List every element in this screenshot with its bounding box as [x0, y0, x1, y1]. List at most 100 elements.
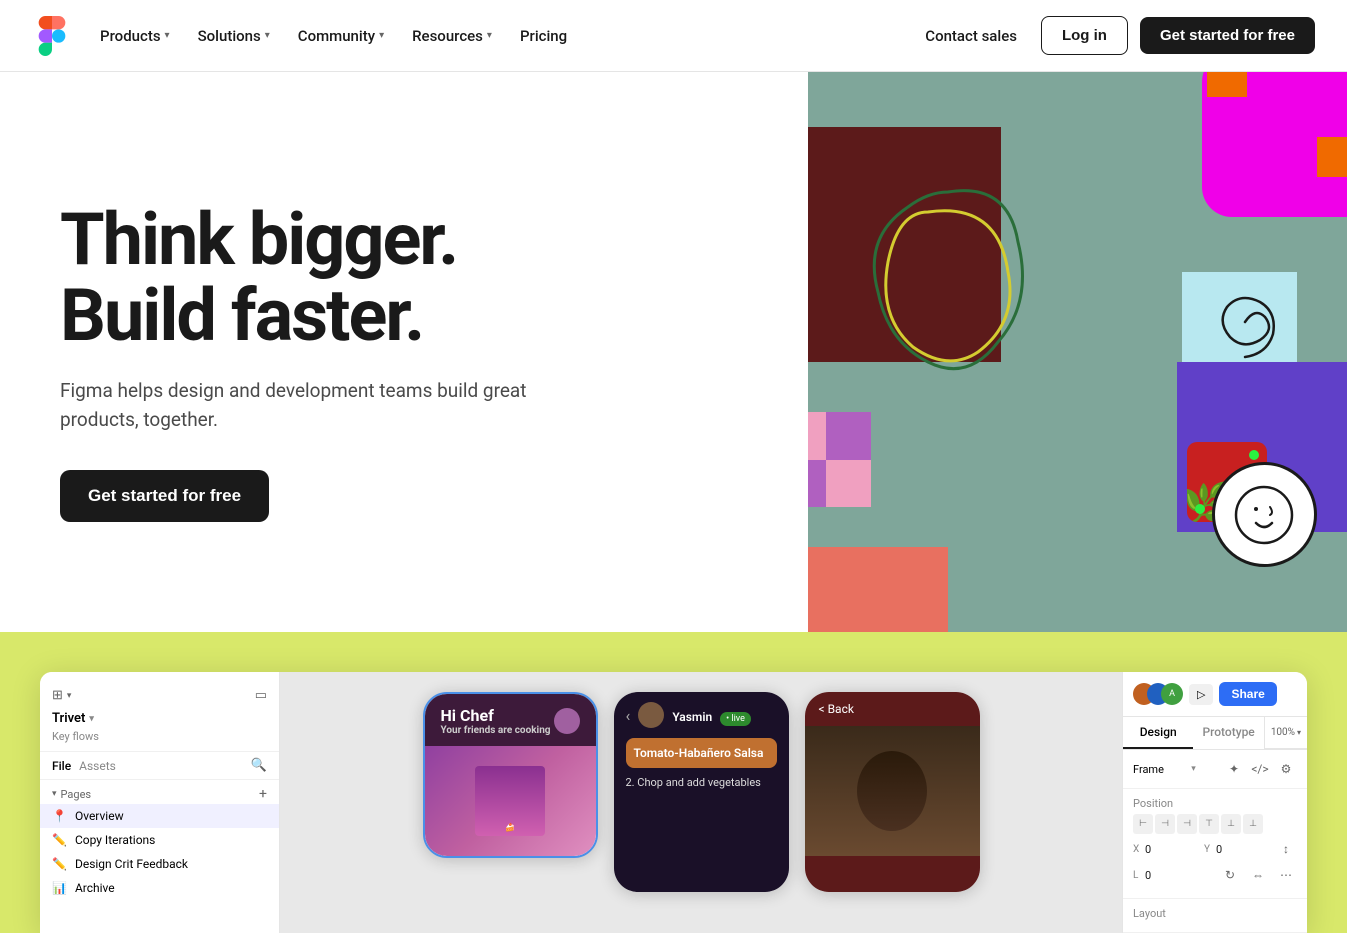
- shape-orange-topleft: [1207, 72, 1247, 97]
- phone-screen-3: < Back: [805, 692, 980, 892]
- page-icon: 📊: [52, 881, 67, 895]
- code-icon[interactable]: </>: [1249, 758, 1271, 780]
- hero-section: Think bigger. Build faster. Figma helps …: [0, 72, 1347, 632]
- frame-label: Frame: [1133, 763, 1164, 776]
- settings-icon[interactable]: ⚙: [1275, 758, 1297, 780]
- chevron-down-icon: ▾: [89, 714, 94, 724]
- chevron-down-icon: ▾: [379, 30, 384, 41]
- phone-back: < Back: [805, 692, 980, 726]
- preview-button[interactable]: ▷: [1189, 684, 1213, 705]
- app-left-panel: ⊞ ▾ ▭ Trivet ▾ Key flows File Assets 🔍 ▾…: [40, 672, 280, 933]
- x-label: X: [1133, 844, 1141, 855]
- zoom-display: 100% ▾: [1264, 717, 1307, 749]
- subtitle-text: Your friends are cooking: [441, 725, 551, 736]
- page-item-archive[interactable]: 📊 Archive: [40, 876, 279, 900]
- page-icon: ✏️: [52, 857, 67, 871]
- pages-list: 📍 Overview ✏️ Copy Iterations ✏️ Design …: [40, 804, 279, 900]
- hero-right: 🌿: [808, 72, 1347, 632]
- avatar-user3: A: [1161, 683, 1183, 705]
- frame-row: Frame ▾ ✦ </> ⚙: [1133, 758, 1297, 780]
- panel-top-bar: ⊞ ▾ ▭: [40, 680, 279, 707]
- contact-sales-link[interactable]: Contact sales: [913, 19, 1029, 53]
- y-field: Y 0: [1204, 843, 1269, 856]
- nav-pricing[interactable]: Pricing: [508, 19, 579, 53]
- component-icon[interactable]: ✦: [1223, 758, 1245, 780]
- share-button[interactable]: Share: [1219, 682, 1276, 706]
- page-item-feedback[interactable]: ✏️ Design Crit Feedback: [40, 852, 279, 876]
- align-center-h-icon[interactable]: ⊣: [1155, 814, 1175, 834]
- chevron-down-icon: ▾: [52, 789, 57, 799]
- tab-design[interactable]: Design: [1123, 717, 1193, 749]
- panel-toolbar: File Assets 🔍: [40, 751, 279, 780]
- layout-icon: ▭: [255, 688, 267, 703]
- rotate-icon[interactable]: ↻: [1219, 864, 1241, 886]
- shape-salmon: [808, 547, 948, 632]
- right-panel-top: A ▷ Share: [1123, 672, 1307, 717]
- nav-left: Products ▾ Solutions ▾ Community ▾ Resou…: [32, 16, 579, 56]
- wh-row: L 0 ↻ ⇔ ⋯: [1133, 864, 1297, 886]
- frame-icons: ✦ </> ⚙: [1223, 758, 1297, 780]
- phone-frame-1: Hi Chef Your friends are cooking 🍰: [423, 692, 598, 858]
- avatars-row: A: [1133, 683, 1183, 705]
- phone-header-1: Hi Chef Your friends are cooking: [425, 694, 596, 746]
- page-icon: 📍: [52, 809, 67, 823]
- layout-section: Layout: [1123, 899, 1307, 933]
- avatar: [554, 708, 580, 734]
- figma-logo[interactable]: [32, 16, 72, 56]
- nav-links: Products ▾ Solutions ▾ Community ▾ Resou…: [88, 19, 579, 53]
- align-left-icon[interactable]: ⊢: [1133, 814, 1153, 834]
- x-value: 0: [1145, 843, 1151, 856]
- align-right-icon[interactable]: ⊣: [1177, 814, 1197, 834]
- hero-title: Think bigger. Build faster.: [60, 202, 748, 353]
- chevron-down-icon: ▾: [67, 691, 72, 701]
- live-badge: • live: [720, 712, 751, 726]
- phone-header-2: ‹ Yasmin • live: [614, 692, 789, 738]
- app-canvas: Hi Chef Your friends are cooking 🍰: [280, 672, 1122, 933]
- nav-products[interactable]: Products ▾: [88, 19, 182, 53]
- x-field: X 0: [1133, 843, 1198, 856]
- hero-subtitle: Figma helps design and development teams…: [60, 377, 540, 434]
- nav-community[interactable]: Community ▾: [286, 19, 396, 53]
- search-icon[interactable]: 🔍: [251, 758, 267, 773]
- file-tab[interactable]: File: [52, 759, 71, 773]
- login-button[interactable]: Log in: [1041, 16, 1128, 55]
- nav-resources[interactable]: Resources ▾: [400, 19, 504, 53]
- spiral-icon: [1205, 282, 1285, 362]
- align-top-icon[interactable]: ⊤: [1199, 814, 1219, 834]
- phone-frame-2: ‹ Yasmin • live Tomato-Habañero Salsa 2.…: [614, 692, 789, 892]
- add-page-icon[interactable]: +: [259, 786, 267, 802]
- page-item-copy[interactable]: ✏️ Copy Iterations: [40, 828, 279, 852]
- canvas-frame: Hi Chef Your friends are cooking 🍰: [280, 672, 1122, 933]
- phone-steps: 2. Chop and add vegetables: [614, 776, 789, 789]
- chevron-down-icon: ▾: [165, 30, 170, 41]
- layout-label: Layout: [1133, 907, 1297, 920]
- get-started-nav-button[interactable]: Get started for free: [1140, 17, 1315, 54]
- project-subtitle: Key flows: [40, 730, 279, 751]
- flip-icon[interactable]: ⇔: [1247, 864, 1269, 886]
- nav-solutions[interactable]: Solutions ▾: [186, 19, 282, 53]
- tab-prototype[interactable]: Prototype: [1193, 717, 1263, 749]
- assets-tab[interactable]: Assets: [79, 759, 116, 773]
- xy-row: X 0 Y 0 ↕: [1133, 838, 1297, 860]
- align-bottom-icon[interactable]: ⊥: [1243, 814, 1263, 834]
- get-started-hero-button[interactable]: Get started for free: [60, 470, 269, 522]
- back-arrow-icon: ‹: [626, 706, 631, 725]
- phone-screen-2: ‹ Yasmin • live Tomato-Habañero Salsa 2.…: [614, 692, 789, 892]
- pages-section: ▾ Pages +: [40, 780, 279, 804]
- phone-frame-3: < Back: [805, 692, 980, 892]
- grid-icon: ⊞: [52, 688, 63, 703]
- app-right-panel: A ▷ Share Design Prototype 100% ▾ Frame …: [1122, 672, 1307, 933]
- position-section: Position ⊢ ⊣ ⊣ ⊤ ⊥ ⊥ X 0 Y 0: [1123, 789, 1307, 899]
- w-field: L 0: [1133, 869, 1213, 882]
- y-value: 0: [1216, 843, 1222, 856]
- more-icon[interactable]: ⋯: [1275, 864, 1297, 886]
- frame-section: Frame ▾ ✦ </> ⚙: [1123, 750, 1307, 789]
- constrain-icon[interactable]: ↕: [1275, 838, 1297, 860]
- chevron-down-icon: ▾: [265, 30, 270, 41]
- app-window: ⊞ ▾ ▭ Trivet ▾ Key flows File Assets 🔍 ▾…: [40, 672, 1307, 933]
- page-item-overview[interactable]: 📍 Overview: [40, 804, 279, 828]
- avatar-yasmin: [638, 702, 664, 728]
- align-center-v-icon[interactable]: ⊥: [1221, 814, 1241, 834]
- w-value: 0: [1145, 869, 1151, 882]
- yasmin-name: Yasmin: [672, 710, 712, 724]
